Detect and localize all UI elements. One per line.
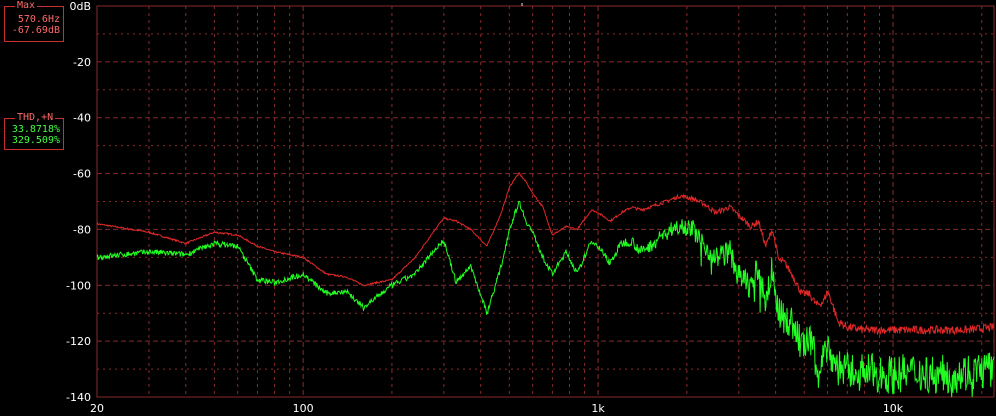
marker-tick: ' — [520, 1, 523, 14]
x-tick-label: 1k — [591, 402, 605, 415]
y-tick-label: 0dB — [69, 0, 91, 13]
y-tick-label: -40 — [73, 112, 91, 125]
x-tick-label: 100 — [293, 402, 314, 415]
max-readout-box: Max 570.6Hz -67.69dB — [4, 0, 64, 42]
max-level-value: -67.69dB — [11, 25, 60, 36]
thd-readout-box: THD,+N 33.8718% 329.509% — [4, 112, 64, 150]
max-readout-title: Max — [15, 0, 38, 12]
thd-value-2: 329.509% — [11, 135, 60, 146]
y-tick-label: -140 — [66, 391, 91, 404]
spectrum-chart: 0dB -20 -40 -60 -80 -100 -120 -14020 100 1k 10k ' — [0, 0, 996, 416]
y-tick-label: -80 — [73, 223, 91, 236]
y-tick-label: -100 — [66, 279, 91, 292]
y-tick-label: -60 — [73, 168, 91, 181]
y-tick-label: -20 — [73, 56, 91, 69]
x-tick-label: 20 — [90, 402, 104, 415]
thd-value-1: 33.8718% — [11, 124, 60, 135]
y-tick-label: -120 — [66, 335, 91, 348]
x-tick-label: 10k — [883, 402, 904, 415]
max-frequency-value: 570.6Hz — [17, 14, 60, 25]
thd-readout-title: THD,+N — [15, 112, 56, 124]
